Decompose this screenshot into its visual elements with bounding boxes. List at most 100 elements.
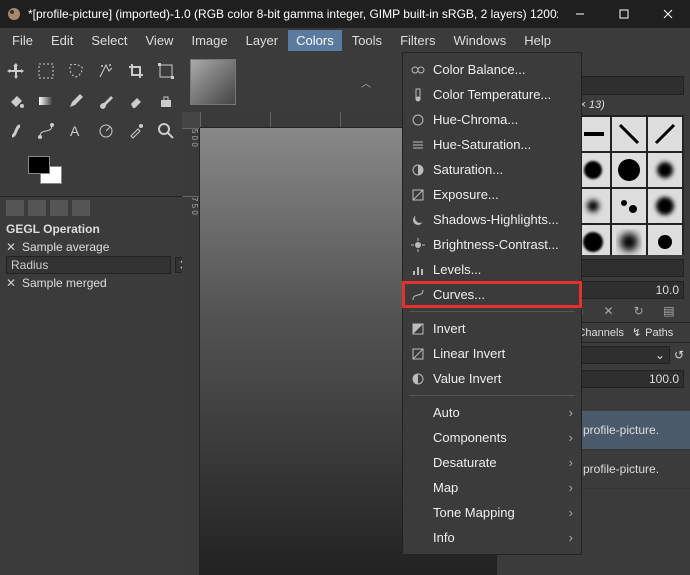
path-tool[interactable] <box>33 118 59 144</box>
curves-icon <box>411 288 425 302</box>
menu-saturation[interactable]: Saturation... <box>403 157 581 182</box>
free-select-tool[interactable] <box>63 58 89 84</box>
tab-paths[interactable]: ↯Paths <box>628 323 690 342</box>
smudge-tool[interactable] <box>3 118 29 144</box>
window-title: *[profile-picture] (imported)-1.0 (RGB c… <box>28 7 558 21</box>
refresh-brush-icon[interactable]: ↻ <box>631 304 647 319</box>
layer-name[interactable]: profile-picture. <box>583 462 659 476</box>
menu-edit[interactable]: Edit <box>43 30 81 51</box>
menu-colors[interactable]: Colors <box>288 30 342 51</box>
menu-view[interactable]: View <box>138 30 182 51</box>
hue-saturation-icon <box>411 138 425 152</box>
menu-image[interactable]: Image <box>183 30 235 51</box>
menu-color-temperature[interactable]: Color Temperature... <box>403 82 581 107</box>
menu-map[interactable]: Map› <box>403 475 581 500</box>
measure-tool[interactable] <box>93 118 119 144</box>
chevron-right-icon: › <box>569 505 573 520</box>
menu-layer[interactable]: Layer <box>238 30 287 51</box>
invert-icon <box>411 322 425 336</box>
crop-tool[interactable] <box>123 58 149 84</box>
paintbrush-tool[interactable] <box>93 88 119 114</box>
zoom-tool[interactable] <box>153 118 179 144</box>
ruler-vertical: 5 0 07 5 0 <box>182 128 200 575</box>
chevron-right-icon: › <box>569 480 573 495</box>
reset-mode-icon[interactable]: ↺ <box>674 348 684 362</box>
menu-hue-saturation[interactable]: Hue-Saturation... <box>403 132 581 157</box>
svg-text:A: A <box>70 123 80 139</box>
color-picker-tool[interactable] <box>123 118 149 144</box>
dock-tab-2[interactable] <box>28 200 46 216</box>
maximize-button[interactable] <box>602 0 646 28</box>
chevron-right-icon: › <box>569 455 573 470</box>
sample-average-label: Sample average <box>22 240 109 254</box>
transform-tool[interactable] <box>153 58 179 84</box>
fuzzy-select-tool[interactable] <box>93 58 119 84</box>
minimize-button[interactable] <box>558 0 602 28</box>
sample-merged-label: Sample merged <box>22 276 107 290</box>
chevron-right-icon: › <box>569 530 573 545</box>
close-button[interactable] <box>646 0 690 28</box>
menu-shadows-highlights[interactable]: Shadows-Highlights... <box>403 207 581 232</box>
foreground-color[interactable] <box>28 156 50 174</box>
menu-tone-mapping[interactable]: Tone Mapping› <box>403 500 581 525</box>
menu-exposure[interactable]: Exposure... <box>403 182 581 207</box>
pencil-tool[interactable] <box>63 88 89 114</box>
dock-tabs <box>0 196 182 218</box>
bucket-fill-tool[interactable] <box>3 88 29 114</box>
close-icon[interactable]: ✕ <box>6 240 18 254</box>
menu-windows[interactable]: Windows <box>445 30 514 51</box>
exposure-icon <box>411 188 425 202</box>
menu-linear-invert[interactable]: Linear Invert <box>403 341 581 366</box>
menu-hue-chroma[interactable]: Hue-Chroma... <box>403 107 581 132</box>
paths-icon: ↯ <box>632 326 641 339</box>
menu-value-invert[interactable]: Value Invert <box>403 366 581 391</box>
menu-select[interactable]: Select <box>83 30 135 51</box>
titlebar: *[profile-picture] (imported)-1.0 (RGB c… <box>0 0 690 28</box>
move-tool[interactable] <box>3 58 29 84</box>
menu-components[interactable]: Components› <box>403 425 581 450</box>
close-icon[interactable]: ✕ <box>6 276 18 290</box>
delete-brush-icon[interactable]: ✕ <box>601 304 617 319</box>
menu-info[interactable]: Info› <box>403 525 581 550</box>
menu-invert[interactable]: Invert <box>403 316 581 341</box>
gradient-tool[interactable] <box>33 88 59 114</box>
menu-curves[interactable]: Curves... <box>403 282 581 307</box>
chevron-right-icon: › <box>569 430 573 445</box>
saturation-icon <box>411 163 425 177</box>
menu-brightness-contrast[interactable]: Brightness-Contrast... <box>403 232 581 257</box>
dock-tab-4[interactable] <box>72 200 90 216</box>
app-icon <box>6 6 22 22</box>
menu-tools[interactable]: Tools <box>344 30 390 51</box>
menu-color-balance[interactable]: Color Balance... <box>403 57 581 82</box>
colors-menu-dropdown: Color Balance... Color Temperature... Hu… <box>402 52 582 555</box>
radius-field[interactable] <box>6 256 171 274</box>
menu-help[interactable]: Help <box>516 30 559 51</box>
levels-icon <box>411 263 425 277</box>
brightness-icon <box>411 238 425 252</box>
dock-tab-1[interactable] <box>6 200 24 216</box>
canvas-area: ︿ 750 5 0 07 5 0 Color Balance... Color … <box>182 52 496 575</box>
linear-invert-icon <box>411 347 425 361</box>
layer-name[interactable]: profile-picture. <box>583 423 659 437</box>
tool-options-header: GEGL Operation <box>6 222 176 239</box>
eraser-tool[interactable] <box>123 88 149 114</box>
color-swatches[interactable] <box>28 156 68 192</box>
menubar: File Edit Select View Image Layer Colors… <box>0 28 690 52</box>
dock-tab-3[interactable] <box>50 200 68 216</box>
menu-levels[interactable]: Levels... <box>403 257 581 282</box>
text-tool[interactable]: A <box>63 118 89 144</box>
rect-select-tool[interactable] <box>33 58 59 84</box>
left-dock: A GEGL Operation ✕Sample average 3▲▼ ✕Sa… <box>0 52 182 575</box>
image-tab-thumb[interactable] <box>190 59 236 105</box>
value-invert-icon <box>411 372 425 386</box>
chevron-right-icon: › <box>569 405 573 420</box>
clone-tool[interactable] <box>153 88 179 114</box>
menu-desaturate[interactable]: Desaturate› <box>403 450 581 475</box>
temperature-icon <box>411 88 425 102</box>
menu-filters[interactable]: Filters <box>392 30 443 51</box>
open-brush-icon[interactable]: ▤ <box>661 304 677 319</box>
balance-icon <box>411 63 425 77</box>
menu-auto[interactable]: Auto› <box>403 400 581 425</box>
tool-options: GEGL Operation ✕Sample average 3▲▼ ✕Samp… <box>0 218 182 295</box>
menu-file[interactable]: File <box>4 30 41 51</box>
